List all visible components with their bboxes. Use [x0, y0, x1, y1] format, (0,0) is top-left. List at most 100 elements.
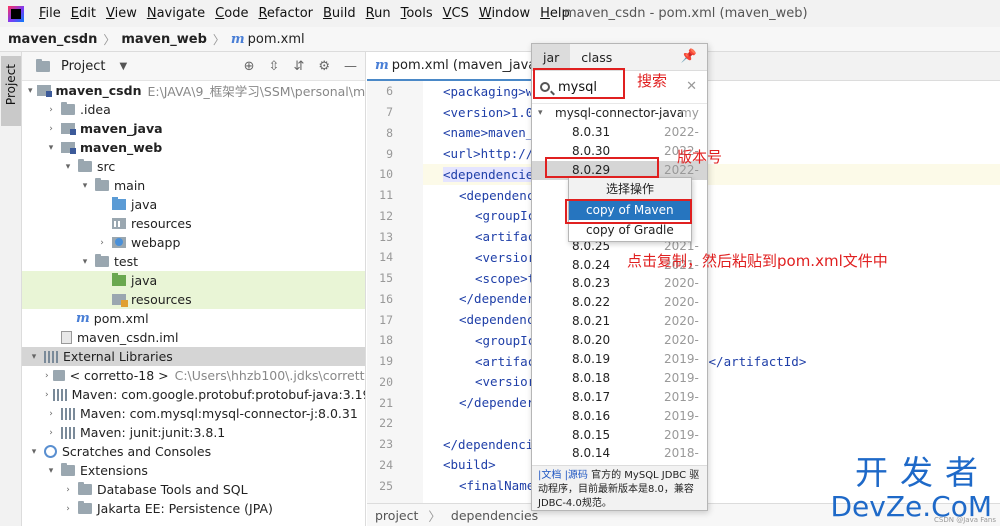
tree-item[interactable]: ▾ src [22, 157, 365, 176]
version-date: 2019- [664, 370, 699, 385]
tree-item[interactable]: › Maven: com.mysql:mysql-connector-j:8.0.… [22, 404, 365, 423]
chevron-right-icon[interactable]: › [45, 105, 57, 115]
tree-item[interactable]: java [22, 271, 365, 290]
collapse-all-icon[interactable]: ⇵ [293, 59, 304, 74]
tab-class[interactable]: class [570, 44, 623, 71]
chevron-right-icon[interactable]: › [45, 409, 57, 419]
code-line: 17 <dependenc [379, 309, 1000, 330]
version-row[interactable]: 8.0.19 2019- [532, 350, 707, 369]
tree-item[interactable]: › maven_java [22, 119, 365, 138]
menu-label: CS [451, 6, 469, 21]
source-link[interactable]: |源码 [565, 470, 588, 481]
menu-navigate[interactable]: Navigate [142, 6, 210, 21]
code-text: </dependenci [443, 436, 534, 452]
tree-item[interactable]: ▾ test [22, 252, 365, 271]
chevron-down-icon[interactable]: ▾ [28, 447, 40, 457]
menu-refactor[interactable]: Refactor [253, 6, 318, 21]
menu-file[interactable]: File [34, 6, 66, 21]
menu-edit[interactable]: Edit [66, 6, 101, 21]
tree-item[interactable]: ▾ main [22, 176, 365, 195]
tree-item-label: Jakarta EE: Persistence (JPA) [97, 501, 273, 516]
tree-item[interactable]: maven_csdn.iml [22, 328, 365, 347]
code-line: 10 <dependencie [379, 164, 1000, 185]
menu-view[interactable]: View [101, 6, 142, 21]
menu-label: iew [114, 6, 137, 21]
menu-vcs[interactable]: VCS [438, 6, 474, 21]
tree-item[interactable]: › Jakarta EE: Persistence (JPA) [22, 499, 365, 518]
tree-item[interactable]: resources [22, 290, 365, 309]
tree-item[interactable]: › Database Tools and SQL [22, 480, 365, 499]
menu-build[interactable]: Build [318, 6, 361, 21]
tree-item[interactable]: ▾ Extensions [22, 461, 365, 480]
menu-code[interactable]: Code [210, 6, 253, 21]
tree-item[interactable]: m pom.xml [22, 309, 365, 328]
status-crumb-project[interactable]: project [375, 508, 418, 523]
project-tool-tab[interactable]: Project [1, 56, 21, 126]
pin-icon[interactable]: 📌 [681, 49, 697, 64]
chevron-right-icon[interactable]: › [62, 485, 74, 495]
line-number: 25 [379, 478, 393, 493]
tree-item-label: resources [131, 292, 192, 307]
breadcrumb-file[interactable]: pom.xml [248, 32, 305, 47]
locate-icon[interactable]: ⊕ [244, 59, 255, 74]
version-row[interactable]: 8.0.21 2020- [532, 312, 707, 331]
window-title: maven_csdn - pom.xml (maven_web) [564, 6, 808, 21]
tree-item[interactable]: ▾ Scratches and Consoles [22, 442, 365, 461]
tree-item[interactable]: › .idea [22, 100, 365, 119]
tree-item[interactable]: ▾ maven_csdn E:\JAVA\9_框架学习\SSM\personal\m… [22, 81, 365, 100]
chevron-right-icon[interactable]: › [45, 428, 57, 438]
tab-jar[interactable]: jar [532, 44, 571, 71]
project-panel-title[interactable]: Project [61, 59, 105, 74]
menu-run[interactable]: Run [361, 6, 396, 21]
breadcrumb-project[interactable]: maven_csdn [8, 32, 97, 47]
tree-item[interactable]: › webapp [22, 233, 365, 252]
expand-all-icon[interactable]: ⇳ [269, 59, 280, 74]
tree-item[interactable]: ▾ External Libraries [22, 347, 365, 366]
version-row[interactable]: 8.0.22 2020- [532, 293, 707, 312]
chevron-right-icon[interactable]: › [45, 390, 49, 400]
maven-library-icon [52, 388, 67, 401]
version-row[interactable]: 8.0.17 2019- [532, 387, 707, 406]
version-row[interactable]: 8.0.31 2022- [532, 123, 707, 142]
chevron-down-icon[interactable]: ▾ [28, 352, 40, 362]
chevron-down-icon[interactable]: ▾ [28, 86, 33, 96]
breadcrumb-module[interactable]: maven_web [121, 32, 207, 47]
chevron-down-icon[interactable]: ▾ [62, 162, 74, 172]
code-text: <build> [443, 457, 496, 473]
tree-item-label: Extensions [80, 463, 148, 478]
code-area[interactable]: 6 <packaging>w 7 <version>1.0 8 <name>maven_ 9… [379, 81, 1000, 503]
version-row[interactable]: 8.0.23 2020- [532, 274, 707, 293]
chevron-down-icon[interactable]: ▾ [538, 108, 543, 118]
hide-icon[interactable]: — [344, 59, 357, 74]
menu-window[interactable]: Window [474, 6, 535, 21]
artifact-group-row[interactable]: ▾ mysql-connector-java my [532, 104, 707, 123]
clear-icon[interactable]: ✕ [686, 79, 697, 94]
tree-item[interactable]: resources [22, 214, 365, 233]
version-row[interactable]: 8.0.16 2019- [532, 406, 707, 425]
tree-item[interactable]: › Maven: com.google.protobuf:protobuf-jav… [22, 385, 365, 404]
tree-item[interactable]: › < corretto-18 > C:\Users\hhzb100\.jdks\c… [22, 366, 365, 385]
docs-link[interactable]: |文档 [538, 470, 561, 481]
version-row[interactable]: 8.0.14 2018- [532, 444, 707, 463]
status-crumb-dependencies[interactable]: dependencies [451, 508, 538, 523]
chevron-down-icon[interactable]: ▾ [45, 143, 57, 153]
gear-icon[interactable]: ⚙ [318, 59, 330, 74]
version-row[interactable]: 8.0.15 2019- [532, 425, 707, 444]
menu-tools[interactable]: Tools [396, 6, 438, 21]
chevron-right-icon[interactable]: › [45, 371, 49, 381]
version-row[interactable]: 8.0.20 2020- [532, 331, 707, 350]
code-text: <artifac [475, 229, 536, 245]
chevron-down-icon[interactable]: ▾ [79, 257, 91, 267]
chevron-right-icon[interactable]: › [45, 124, 57, 134]
chevron-down-icon[interactable]: ▾ [79, 181, 91, 191]
chevron-down-icon[interactable]: ▾ [45, 466, 57, 476]
tree-item[interactable]: › Maven: junit:junit:3.8.1 [22, 423, 365, 442]
tree-item[interactable]: ▾ maven_web [22, 138, 365, 157]
chevron-right-icon[interactable]: › [96, 238, 108, 248]
menu-label: indow [491, 6, 531, 21]
chevron-down-icon[interactable]: ▼ [119, 61, 127, 72]
tree-item[interactable]: java [22, 195, 365, 214]
chevron-right-icon[interactable]: › [62, 504, 74, 514]
version-row[interactable]: 8.0.18 2019- [532, 368, 707, 387]
jdk-icon [52, 370, 65, 381]
